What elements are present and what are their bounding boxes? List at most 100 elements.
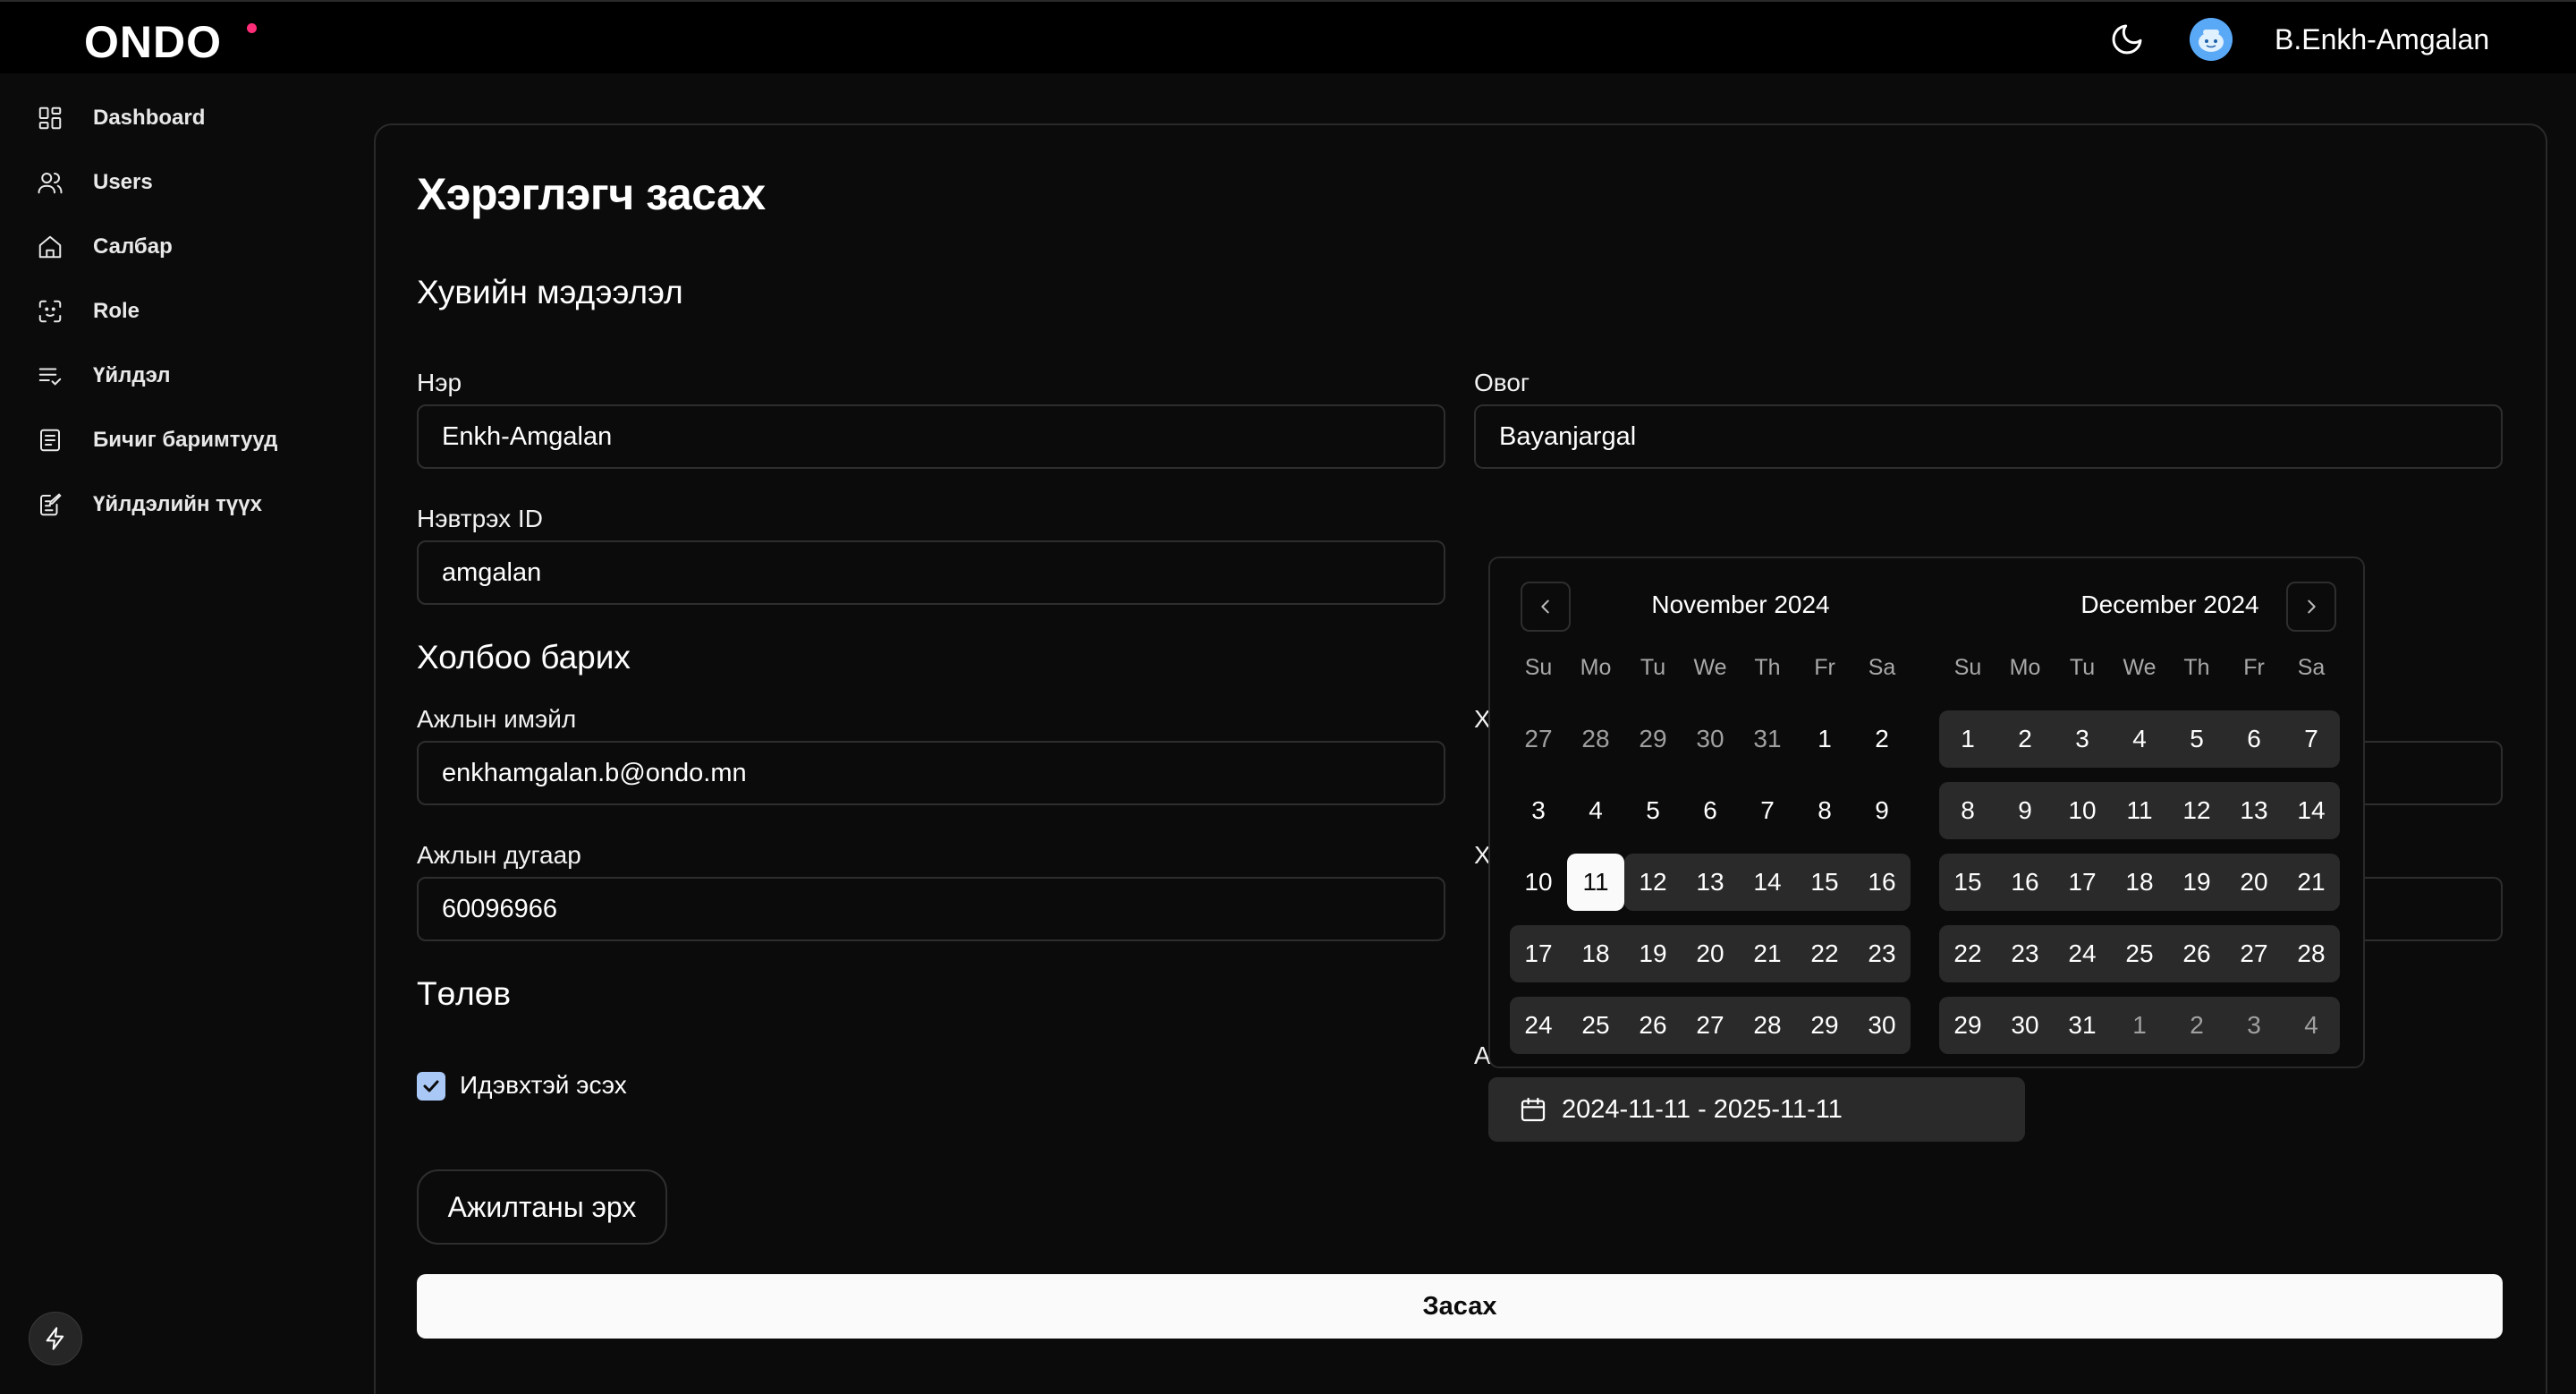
calendar-day[interactable]: 10 xyxy=(2054,782,2111,839)
calendar-day[interactable]: 18 xyxy=(1567,925,1624,982)
calendar-day[interactable]: 31 xyxy=(2054,997,2111,1054)
calendar-day[interactable]: 10 xyxy=(1510,854,1567,911)
calendar-day[interactable]: 7 xyxy=(2283,710,2340,768)
calendar-day[interactable]: 31 xyxy=(1739,710,1796,768)
calendar-day[interactable]: 7 xyxy=(1739,782,1796,839)
calendar-day[interactable]: 20 xyxy=(1682,925,1739,982)
face-scan-icon xyxy=(29,290,72,333)
calendar-day[interactable]: 1 xyxy=(1796,710,1853,768)
calendar-day[interactable]: 4 xyxy=(1567,782,1624,839)
calendar-day[interactable]: 14 xyxy=(1739,854,1796,911)
calendar-day[interactable]: 4 xyxy=(2111,710,2168,768)
calendar-day-selected[interactable]: 11 xyxy=(1567,854,1624,911)
calendar-day[interactable]: 13 xyxy=(2225,782,2283,839)
calendar-day[interactable]: 23 xyxy=(1996,925,2054,982)
calendar-day[interactable]: 14 xyxy=(2283,782,2340,839)
weekday-header: Th xyxy=(2183,655,2210,680)
sidebar-item-documents[interactable]: Бичиг баримтууд xyxy=(29,413,333,467)
right-field-1[interactable] xyxy=(2361,741,2503,805)
sidebar-item-branch[interactable]: Салбар xyxy=(29,220,333,274)
date-range-picker[interactable]: 2024-11-11 - 2025-11-11 xyxy=(1488,1077,2025,1142)
calendar-day[interactable]: 9 xyxy=(1853,782,1911,839)
sidebar-item-action-history[interactable]: Үйлдэлийн түүх xyxy=(29,478,333,531)
avatar[interactable] xyxy=(2190,18,2233,61)
calendar-day[interactable]: 16 xyxy=(1996,854,2054,911)
calendar-day[interactable]: 22 xyxy=(1939,925,1996,982)
calendar-day[interactable]: 28 xyxy=(2283,925,2340,982)
calendar-day[interactable]: 17 xyxy=(2054,854,2111,911)
calendar-day[interactable]: 5 xyxy=(2168,710,2225,768)
calendar-day[interactable]: 26 xyxy=(1624,997,1682,1054)
calendar-day[interactable]: 30 xyxy=(1996,997,2054,1054)
username[interactable]: B.Enkh-Amgalan xyxy=(2275,23,2489,56)
calendar-day[interactable]: 11 xyxy=(2111,782,2168,839)
sidebar-item-dashboard[interactable]: Dashboard xyxy=(29,91,333,145)
weekday-header: Sa xyxy=(2297,655,2326,680)
calendar-day[interactable]: 9 xyxy=(1996,782,2054,839)
calendar-day[interactable]: 29 xyxy=(1624,710,1682,768)
calendar-day[interactable]: 28 xyxy=(1739,997,1796,1054)
active-checkbox[interactable] xyxy=(417,1072,445,1101)
employee-permissions-button[interactable]: Ажилтаны эрх xyxy=(417,1169,667,1245)
calendar-day[interactable]: 6 xyxy=(2225,710,2283,768)
calendar-day[interactable]: 3 xyxy=(2225,997,2283,1054)
calendar-day[interactable]: 13 xyxy=(1682,854,1739,911)
login-id-field[interactable]: amgalan xyxy=(417,540,1445,605)
submit-button[interactable]: Засах xyxy=(417,1274,2503,1339)
calendar-day[interactable]: 27 xyxy=(1510,710,1567,768)
calendar-day[interactable]: 3 xyxy=(2054,710,2111,768)
calendar-day[interactable]: 30 xyxy=(1853,997,1911,1054)
calendar-day[interactable]: 18 xyxy=(2111,854,2168,911)
calendar-day[interactable]: 19 xyxy=(2168,854,2225,911)
calendar-day[interactable]: 3 xyxy=(1510,782,1567,839)
work-phone-field[interactable]: 60096966 xyxy=(417,877,1445,941)
calendar-day[interactable]: 17 xyxy=(1510,925,1567,982)
calendar-day[interactable]: 27 xyxy=(1682,997,1739,1054)
calendar-day[interactable]: 2 xyxy=(1996,710,2054,768)
sidebar-item-actions[interactable]: Үйлдэл xyxy=(29,349,333,403)
calendar-day[interactable]: 2 xyxy=(2168,997,2225,1054)
sidebar-item-role[interactable]: Role xyxy=(29,285,333,338)
last-name-field[interactable]: Bayanjargal xyxy=(1474,404,2503,469)
calendar-day[interactable]: 5 xyxy=(1624,782,1682,839)
calendar-day[interactable]: 28 xyxy=(1567,710,1624,768)
calendar-day[interactable]: 26 xyxy=(2168,925,2225,982)
calendar-day[interactable]: 24 xyxy=(1510,997,1567,1054)
calendar-day[interactable]: 19 xyxy=(1624,925,1682,982)
calendar-day[interactable]: 20 xyxy=(2225,854,2283,911)
calendar-day[interactable]: 8 xyxy=(1796,782,1853,839)
calendar-day[interactable]: 12 xyxy=(1624,854,1682,911)
month-title-november: November 2024 xyxy=(1651,591,1830,618)
first-name-field[interactable]: Enkh-Amgalan xyxy=(417,404,1445,469)
logo[interactable]: ONDO xyxy=(84,16,222,68)
calendar-day[interactable]: 2 xyxy=(1853,710,1911,768)
calendar-day[interactable]: 15 xyxy=(1939,854,1996,911)
calendar-day[interactable]: 22 xyxy=(1796,925,1853,982)
calendar-day[interactable]: 21 xyxy=(2283,854,2340,911)
calendar-day[interactable]: 6 xyxy=(1682,782,1739,839)
calendar-day[interactable]: 29 xyxy=(1939,997,1996,1054)
calendar-day[interactable]: 8 xyxy=(1939,782,1996,839)
login-id-label: Нэвтрэх ID xyxy=(417,505,543,532)
moon-icon[interactable] xyxy=(2109,21,2145,57)
calendar-day[interactable]: 24 xyxy=(2054,925,2111,982)
work-email-field[interactable]: enkhamgalan.b@ondo.mn xyxy=(417,741,1445,805)
calendar-day[interactable]: 21 xyxy=(1739,925,1796,982)
calendar-day[interactable]: 1 xyxy=(2111,997,2168,1054)
calendar-day[interactable]: 25 xyxy=(2111,925,2168,982)
calendar-day[interactable]: 15 xyxy=(1796,854,1853,911)
calendar-day[interactable]: 25 xyxy=(1567,997,1624,1054)
bolt-icon[interactable] xyxy=(29,1312,82,1365)
calendar-day[interactable]: 29 xyxy=(1796,997,1853,1054)
calendar-day[interactable]: 1 xyxy=(1939,710,1996,768)
right-field-2[interactable] xyxy=(2361,877,2503,941)
sidebar-item-users[interactable]: Users xyxy=(29,156,333,209)
calendar-day[interactable]: 12 xyxy=(2168,782,2225,839)
sidebar-item-label: Dashboard xyxy=(93,106,206,130)
weekday-header: Fr xyxy=(1814,655,1835,680)
calendar-day[interactable]: 23 xyxy=(1853,925,1911,982)
calendar-day[interactable]: 16 xyxy=(1853,854,1911,911)
calendar-day[interactable]: 4 xyxy=(2283,997,2340,1054)
calendar-day[interactable]: 30 xyxy=(1682,710,1739,768)
calendar-day[interactable]: 27 xyxy=(2225,925,2283,982)
